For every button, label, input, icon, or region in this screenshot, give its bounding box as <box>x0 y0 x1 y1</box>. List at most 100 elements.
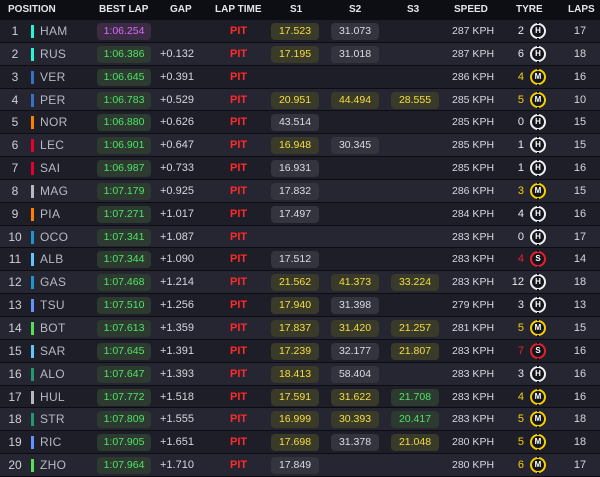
lap-time-status: PIT <box>230 184 248 197</box>
table-row[interactable]: 6 LEC 1:06.901 +0.647 PIT 16.948 30.345 285 KPH… <box>0 134 600 158</box>
speed-trap: 285 KPH <box>452 162 495 175</box>
table-row[interactable]: 17 HUL 1:07.772 +1.518 PIT 17.591 31.622 21.708… <box>0 385 600 409</box>
table-row[interactable]: 7 SAI 1:06.987 +0.733 PIT 16.931 285 KPH 1 H 16 <box>0 157 600 180</box>
driver-code[interactable]: ALB <box>40 248 64 270</box>
driver-code[interactable]: PIA <box>40 203 60 225</box>
best-lap-time: 1:07.468 <box>97 274 151 292</box>
header-lap-time[interactable]: LAP TIME <box>215 4 261 15</box>
header-speed[interactable]: SPEED <box>454 4 488 15</box>
team-color-bar <box>31 344 34 358</box>
tyre-compound-icon: M <box>530 318 546 337</box>
sector-s2-time: 31.420 <box>331 319 379 337</box>
position-number: 14 <box>8 320 22 335</box>
driver-code[interactable]: HUL <box>40 386 65 408</box>
table-row[interactable]: 4 PER 1:06.783 +0.529 PIT 20.951 44.494 28.555 2… <box>0 88 600 112</box>
driver-code[interactable]: OCO <box>40 226 68 248</box>
sector-s1-time: 17.591 <box>271 388 319 406</box>
tyre-compound-icon: M <box>530 410 546 429</box>
header-s3[interactable]: S3 <box>407 4 419 15</box>
lap-time-status: PIT <box>230 70 248 83</box>
driver-code[interactable]: PER <box>40 89 66 111</box>
table-row[interactable]: 2 RUS 1:06.386 +0.132 PIT 17.195 31.018 287 KPH… <box>0 42 600 66</box>
driver-code[interactable]: RUS <box>40 43 66 65</box>
tyre-age: 3 <box>517 299 524 312</box>
header-tyre[interactable]: TYRE <box>516 4 543 15</box>
gap-to-leader: +1.710 <box>160 459 194 472</box>
table-row[interactable]: 18 STR 1:07.809 +1.555 PIT 16.999 30.393 20.417… <box>0 408 600 432</box>
tyre-age: 4 <box>517 70 524 83</box>
gap-to-leader: +1.651 <box>160 436 194 449</box>
driver-code[interactable]: NOR <box>40 111 68 133</box>
best-lap-time: 1:06.880 <box>97 114 151 132</box>
lap-time-status: PIT <box>230 413 248 426</box>
position-number: 12 <box>8 275 22 290</box>
table-row[interactable]: 12 GAS 1:07.468 +1.214 PIT 21.562 41.373 33.224… <box>0 271 600 295</box>
tyre-compound-icon: H <box>530 136 546 155</box>
table-row[interactable]: 3 VER 1:06.645 +0.391 PIT 286 KPH 4 M 16 <box>0 65 600 89</box>
driver-code[interactable]: LEC <box>40 134 64 156</box>
speed-trap: 287 KPH <box>452 25 495 37</box>
table-row[interactable]: 8 MAG 1:07.179 +0.925 PIT 17.832 286 KPH 3 M 15 <box>0 179 600 203</box>
speed-trap: 283 KPH <box>452 367 495 380</box>
lap-time-status: PIT <box>230 93 248 106</box>
team-color-bar <box>31 139 34 153</box>
position-number: 1 <box>11 24 19 38</box>
table-row[interactable]: 16 ALO 1:07.647 +1.393 PIT 18.413 58.404 283 KP… <box>0 362 600 386</box>
best-lap-time: 1:07.271 <box>97 205 151 223</box>
speed-trap: 285 KPH <box>452 116 495 129</box>
driver-code[interactable]: MAG <box>40 180 68 202</box>
tyre-age: 7 <box>517 344 524 357</box>
table-row[interactable]: 15 SAR 1:07.645 +1.391 PIT 17.239 32.177 21.807… <box>0 339 600 363</box>
table-row[interactable]: 11 ALB 1:07.344 +1.090 PIT 17.512 283 KPH 4 S 14 <box>0 248 600 272</box>
gap-to-leader: +1.391 <box>160 344 194 357</box>
tyre-age: 3 <box>517 367 524 380</box>
speed-trap: 284 KPH <box>452 207 495 220</box>
driver-code[interactable]: SAR <box>40 340 66 362</box>
driver-code[interactable]: GAS <box>40 271 66 293</box>
best-lap-time: 1:07.809 <box>97 411 151 429</box>
tyre-compound-icon: H <box>530 113 546 132</box>
position-number: 6 <box>11 138 19 153</box>
header-laps[interactable]: LAPS <box>568 4 595 15</box>
driver-code[interactable]: BOT <box>40 317 66 339</box>
driver-code[interactable]: ZHO <box>40 454 66 476</box>
header-s1[interactable]: S1 <box>290 4 302 15</box>
tyre-age: 1 <box>517 162 524 175</box>
gap-to-leader: +1.090 <box>160 253 194 266</box>
lap-time-status: PIT <box>230 116 248 129</box>
sector-s1-time: 43.514 <box>271 114 319 132</box>
tyre-compound-icon: M <box>530 456 546 475</box>
gap-to-leader: +1.017 <box>160 207 194 220</box>
table-row[interactable]: 10 OCO 1:07.341 +1.087 PIT 283 KPH 0 H 17 <box>0 225 600 249</box>
table-row[interactable]: 19 RIC 1:07.905 +1.651 PIT 17.698 31.378 21.048… <box>0 431 600 455</box>
sector-s1-time: 17.849 <box>271 457 319 475</box>
sector-s3-time: 20.417 <box>391 411 439 429</box>
team-color-bar <box>31 253 34 267</box>
driver-code[interactable]: SAI <box>40 157 60 179</box>
lap-time-status: PIT <box>230 436 248 449</box>
header-position[interactable]: POSITION <box>8 4 56 15</box>
header-s2[interactable]: S2 <box>349 4 361 15</box>
best-lap-time: 1:07.645 <box>97 342 151 360</box>
table-row[interactable]: 1 HAM 1:06.254 PIT 17.523 31.073 287 KPH 2 H 17 <box>0 20 600 43</box>
driver-code[interactable]: TSU <box>40 294 65 316</box>
header-best-lap[interactable]: BEST LAP <box>99 4 148 15</box>
table-row[interactable]: 5 NOR 1:06.880 +0.626 PIT 43.514 285 KPH 0 H 15 <box>0 111 600 135</box>
driver-code[interactable]: VER <box>40 66 66 88</box>
team-color-bar <box>31 276 34 290</box>
table-row[interactable]: 20 ZHO 1:07.964 +1.710 PIT 17.849 280 KPH 6 M 17 <box>0 454 600 477</box>
gap-to-leader: +1.087 <box>160 230 194 243</box>
driver-code[interactable]: RIC <box>40 431 62 453</box>
driver-code[interactable]: ALO <box>40 363 65 385</box>
table-row[interactable]: 13 TSU 1:07.510 +1.256 PIT 17.940 31.398 279 KP… <box>0 294 600 317</box>
position-number: 2 <box>11 46 19 61</box>
best-lap-time: 1:07.964 <box>97 457 151 475</box>
table-row[interactable]: 14 BOT 1:07.613 +1.359 PIT 17.837 31.420 21.257… <box>0 316 600 340</box>
laps-count: 16 <box>573 162 587 175</box>
sector-s2-time: 58.404 <box>331 365 379 383</box>
driver-code[interactable]: STR <box>40 408 65 430</box>
header-gap[interactable]: GAP <box>170 4 192 15</box>
driver-code[interactable]: HAM <box>40 20 68 42</box>
table-row[interactable]: 9 PIA 1:07.271 +1.017 PIT 17.497 284 KPH 4 H 16 <box>0 202 600 226</box>
speed-trap: 286 KPH <box>452 184 495 197</box>
